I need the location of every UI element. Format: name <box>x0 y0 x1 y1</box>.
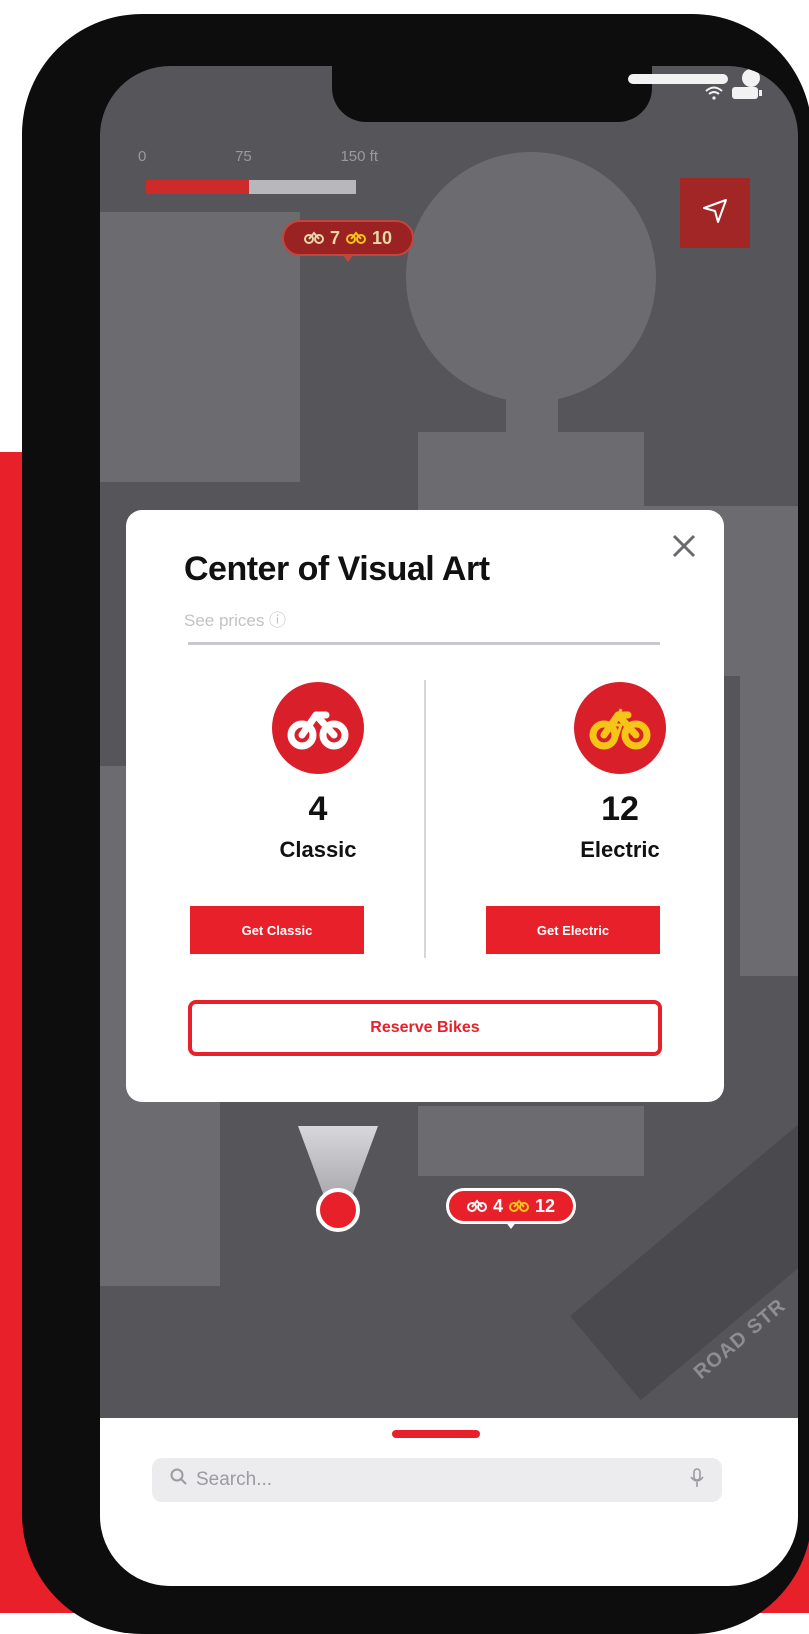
map-building <box>740 676 798 976</box>
classic-bike-icon <box>272 682 364 774</box>
map-scale-fill <box>146 180 249 194</box>
station-detail-card: Center of Visual Art See prices ⓘ 4 Clas… <box>126 510 724 1102</box>
electric-count: 10 <box>371 227 393 248</box>
user-location-dot <box>316 1188 360 1232</box>
notch <box>332 66 760 122</box>
bottom-sheet: Search... <box>100 1418 798 1586</box>
electric-bike-icon <box>345 228 366 249</box>
scale-label: 0 <box>138 148 147 165</box>
electric-bike-icon <box>574 682 666 774</box>
classic-count: 4 <box>492 1195 503 1216</box>
scale-label: 150 ft <box>340 148 378 165</box>
map-roundabout <box>406 152 656 402</box>
electric-count: 12 <box>601 790 639 828</box>
classic-count: 7 <box>329 227 340 248</box>
close-icon <box>670 532 698 565</box>
map-path <box>506 376 558 436</box>
classic-bike-icon <box>466 1196 487 1217</box>
map-scale-bar <box>146 180 356 194</box>
volume-up-button <box>40 330 54 440</box>
see-prices-link[interactable]: See prices ⓘ <box>184 606 286 631</box>
status-icons <box>705 84 762 105</box>
electric-count: 12 <box>534 1195 556 1216</box>
station-pin-selected[interactable]: 4 12 <box>446 1188 576 1229</box>
locate-me-button[interactable] <box>680 178 750 248</box>
mute-switch <box>40 212 54 276</box>
battery-icon <box>732 84 762 104</box>
station-pin[interactable]: 7 10 <box>282 220 414 262</box>
electric-label: Electric <box>580 837 660 862</box>
volume-down-button <box>40 458 54 568</box>
scale-label: 75 <box>235 148 252 165</box>
navigation-arrow-icon <box>700 196 730 231</box>
sheet-grabber[interactable] <box>392 1430 480 1438</box>
map-building <box>418 1106 644 1176</box>
station-title: Center of Visual Art <box>184 550 490 588</box>
classic-label: Classic <box>279 837 357 862</box>
reserve-bikes-button[interactable]: Reserve Bikes <box>188 1000 662 1056</box>
microphone-icon[interactable] <box>690 1467 704 1493</box>
search-bar[interactable]: Search... <box>152 1458 722 1502</box>
wifi-icon <box>705 84 732 104</box>
speaker <box>628 74 728 84</box>
classic-bike-icon <box>303 228 324 249</box>
electric-bike-column: 12 Electric <box>520 682 720 863</box>
divider <box>424 680 426 958</box>
classic-bike-column: 4 Classic <box>218 682 418 863</box>
electric-bike-icon <box>508 1196 529 1217</box>
get-classic-button[interactable]: Get Classic <box>190 906 364 954</box>
search-icon <box>170 1468 188 1492</box>
get-electric-button[interactable]: Get Electric <box>486 906 660 954</box>
map-scale-labels: 0 75 150 ft <box>138 148 378 165</box>
classic-count: 4 <box>308 790 328 828</box>
map-building <box>100 212 300 482</box>
divider <box>188 642 660 645</box>
close-button[interactable] <box>666 530 702 566</box>
search-input[interactable]: Search... <box>196 1469 690 1491</box>
